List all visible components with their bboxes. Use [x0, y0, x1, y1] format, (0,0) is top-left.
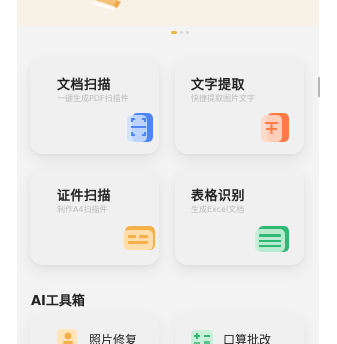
card-text-extract[interactable]: 文字提取 快捷提取图片文字	[175, 58, 304, 154]
tool-label: 口算批改	[223, 333, 272, 344]
table-icon	[255, 226, 289, 252]
id-card-icon	[123, 226, 155, 250]
app-screen: 文档扫描 一键生成PDF扫描件 文字提取 快捷提取图片文字 证件扫描 制作A4扫…	[17, 0, 319, 344]
banner-illustration	[93, 0, 121, 10]
tool-label: 照片修复	[89, 333, 138, 344]
carousel-dot[interactable]	[186, 31, 189, 34]
card-subtitle: 一键生成PDF扫描件	[57, 94, 129, 103]
tool-photo-restore[interactable]: 照片修复	[30, 312, 159, 344]
card-subtitle: 制作A4扫描件	[57, 205, 108, 214]
photo-restore-icon	[57, 329, 77, 344]
tool-math-check[interactable]: 口算批改	[175, 312, 304, 344]
section-title-ai-tools: AI工具箱	[31, 294, 85, 309]
scan-document-icon	[127, 113, 153, 142]
card-subtitle: 生成Excel文档	[191, 205, 245, 214]
top-banner[interactable]	[17, 0, 319, 26]
card-title: 文字提取	[191, 78, 246, 93]
page-edge	[319, 0, 337, 344]
carousel-indicator	[171, 31, 189, 35]
card-subtitle: 快捷提取图片文字	[191, 94, 255, 103]
card-title: 文档扫描	[57, 78, 112, 93]
carousel-dot-active[interactable]	[171, 31, 177, 34]
text-extract-icon	[261, 113, 289, 142]
carousel-dot[interactable]	[180, 31, 183, 34]
card-table-recognition[interactable]: 表格识别 生成Excel文档	[175, 169, 304, 265]
card-title: 证件扫描	[57, 189, 112, 204]
scrollbar[interactable]	[318, 77, 320, 97]
card-id-scan[interactable]: 证件扫描 制作A4扫描件	[30, 169, 159, 265]
card-document-scan[interactable]: 文档扫描 一键生成PDF扫描件	[30, 58, 159, 154]
math-check-icon	[191, 330, 213, 344]
card-title: 表格识别	[191, 189, 246, 204]
